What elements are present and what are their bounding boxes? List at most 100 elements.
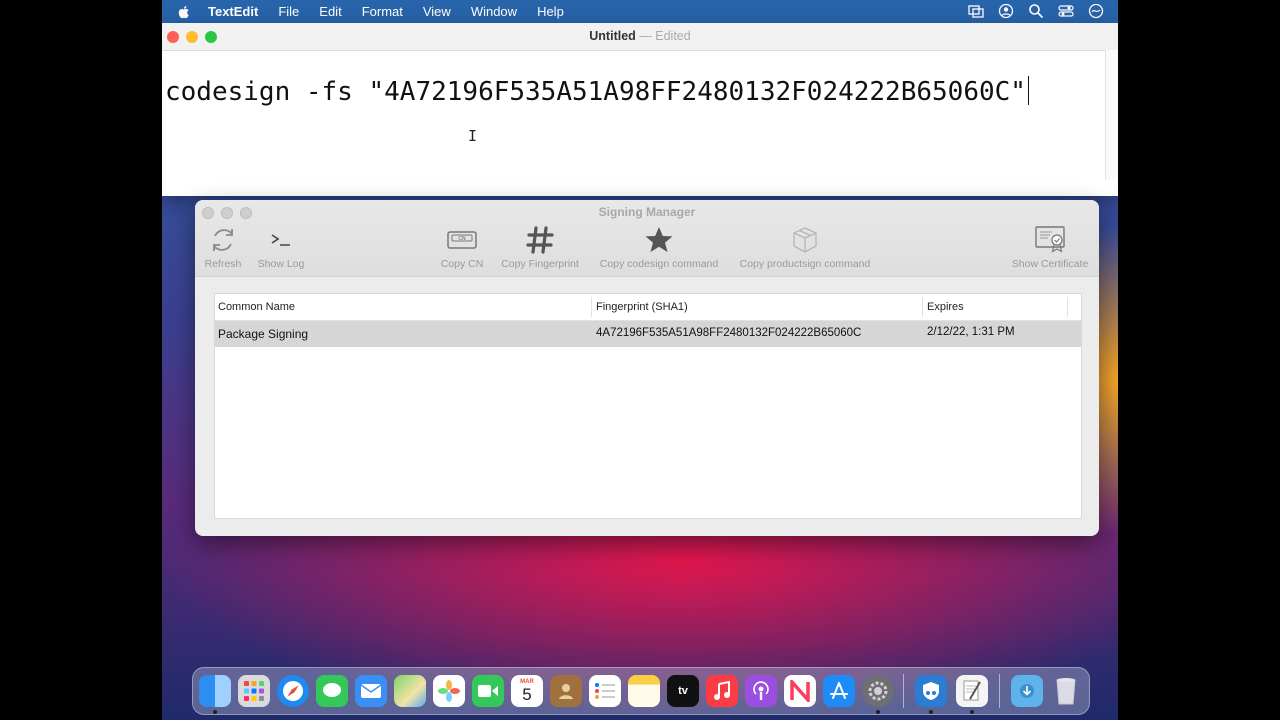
music-icon[interactable] <box>706 675 738 707</box>
textedit-titlebar: Untitled — Edited <box>162 23 1118 51</box>
table-row[interactable]: Package Signing 4A72196F535A51A98FF24801… <box>215 321 1081 347</box>
signing-manager-app-icon[interactable] <box>915 675 947 707</box>
text-editor-area[interactable]: codesign -fs "4A72196F535A51A98FF2480132… <box>162 50 1106 196</box>
trash-icon[interactable] <box>1050 675 1082 707</box>
copy-productsign-label: Copy productsign command <box>739 258 871 270</box>
menu-window[interactable]: Window <box>471 4 517 19</box>
control-center-icon[interactable] <box>1058 3 1074 19</box>
music-note-icon <box>714 681 730 700</box>
running-indicator <box>213 710 217 714</box>
refresh-button[interactable]: Refresh <box>201 224 245 270</box>
user-account-icon[interactable] <box>998 3 1014 19</box>
reminders-icon[interactable] <box>589 675 621 707</box>
show-certificate-button[interactable]: Show Certificate <box>1007 224 1093 270</box>
shield-scissors-icon <box>923 682 939 700</box>
status-area <box>968 3 1104 19</box>
spotlight-search-icon[interactable] <box>1028 3 1044 19</box>
menu-format[interactable]: Format <box>362 4 403 19</box>
system-preferences-icon[interactable] <box>862 675 894 707</box>
column-header-common-name[interactable]: Common Name <box>218 301 295 313</box>
apple-tv-label: tv <box>678 685 688 697</box>
copy-codesign-label: Copy codesign command <box>599 258 719 270</box>
menu-bar: TextEdit File Edit Format View Window He… <box>162 0 1118 23</box>
copy-productsign-command-button[interactable]: Copy productsign command <box>735 224 875 270</box>
running-indicator <box>876 710 880 714</box>
maps-icon[interactable] <box>394 675 426 707</box>
certificate-icon <box>1035 226 1065 253</box>
show-log-label: Show Log <box>257 258 305 270</box>
hash-icon <box>526 226 554 254</box>
launchpad-grid-icon <box>244 681 264 701</box>
screen-mirroring-icon[interactable] <box>968 3 984 19</box>
dock-separator <box>999 674 1000 708</box>
news-icon[interactable] <box>784 675 816 707</box>
show-log-button[interactable]: Show Log <box>255 224 307 270</box>
copy-codesign-command-button[interactable]: Copy codesign command <box>595 224 723 270</box>
refresh-label: Refresh <box>204 258 242 270</box>
copy-fingerprint-button[interactable]: Copy Fingerprint <box>498 224 582 270</box>
signing-manager-window: Signing Manager Refresh Show Log CN Copy… <box>195 200 1099 536</box>
dock-separator <box>903 674 904 708</box>
finder-icon[interactable] <box>199 675 231 707</box>
copy-cn-button[interactable]: CN Copy CN <box>437 224 487 270</box>
column-header-expires[interactable]: Expires <box>927 301 964 313</box>
envelope-icon <box>360 684 382 698</box>
photos-icon[interactable] <box>433 675 465 707</box>
apple-icon[interactable] <box>176 4 192 20</box>
download-arrow-icon <box>1020 684 1034 698</box>
speech-bubble-icon <box>323 683 341 697</box>
apple-tv-icon[interactable]: tv <box>667 675 699 707</box>
menu-edit[interactable]: Edit <box>319 4 341 19</box>
menu-view[interactable]: View <box>423 4 451 19</box>
desktop: TextEdit File Edit Format View Window He… <box>162 0 1118 720</box>
contacts-icon[interactable] <box>550 675 582 707</box>
show-certificate-label: Show Certificate <box>1011 258 1089 270</box>
person-icon <box>559 684 573 699</box>
column-divider[interactable] <box>922 297 923 317</box>
ibeam-cursor-icon: I <box>468 127 478 145</box>
pen-paper-icon <box>963 680 981 701</box>
news-n-icon <box>790 680 810 702</box>
document-text[interactable]: codesign -fs "4A72196F535A51A98FF2480132… <box>165 76 1029 107</box>
facetime-icon[interactable] <box>472 675 504 707</box>
copy-fingerprint-label: Copy Fingerprint <box>501 258 579 270</box>
safari-icon[interactable] <box>277 675 309 707</box>
menu-app-name[interactable]: TextEdit <box>208 4 258 19</box>
document-name: Untitled <box>589 29 636 43</box>
cell-fingerprint: 4A72196F535A51A98FF2480132F024222B65060C <box>596 327 862 339</box>
video-camera-icon <box>478 685 498 697</box>
mail-icon[interactable] <box>355 675 387 707</box>
siri-icon[interactable] <box>1088 3 1104 19</box>
edited-status: Edited <box>655 29 691 43</box>
messages-icon[interactable] <box>316 675 348 707</box>
cell-common-name: Package Signing <box>218 327 309 341</box>
title-separator: — <box>639 29 652 43</box>
window-title: Untitled — Edited <box>162 29 1118 43</box>
podcast-antenna-icon <box>753 681 769 700</box>
calendar-day: 5 <box>522 685 532 704</box>
column-divider[interactable] <box>591 297 592 317</box>
compass-icon <box>283 681 303 701</box>
podcasts-icon[interactable] <box>745 675 777 707</box>
text-caret <box>1027 76 1029 105</box>
app-store-icon[interactable] <box>823 675 855 707</box>
menu-file[interactable]: File <box>278 4 299 19</box>
notes-icon[interactable] <box>628 675 660 707</box>
document-content: codesign -fs "4A72196F535A51A98FF2480132… <box>165 77 1026 107</box>
copy-cn-label: Copy CN <box>440 258 484 270</box>
vertical-scrollbar[interactable] <box>1105 50 1118 180</box>
column-divider[interactable] <box>1067 297 1068 317</box>
textedit-app-icon[interactable] <box>956 675 988 707</box>
star-icon <box>645 227 673 252</box>
column-header-fingerprint[interactable]: Fingerprint (SHA1) <box>596 301 688 313</box>
terminal-icon <box>271 234 290 246</box>
downloads-folder-icon[interactable] <box>1011 675 1043 707</box>
calendar-icon[interactable]: MAR 5 <box>511 675 543 707</box>
trash-can-icon <box>1056 678 1076 705</box>
package-box-icon <box>793 227 817 253</box>
launchpad-icon[interactable] <box>238 675 270 707</box>
cn-card-icon: CN <box>447 231 477 249</box>
menu-help[interactable]: Help <box>537 4 564 19</box>
signing-manager-toolbar: Signing Manager Refresh Show Log CN Copy… <box>195 200 1099 277</box>
running-indicator <box>970 710 974 714</box>
